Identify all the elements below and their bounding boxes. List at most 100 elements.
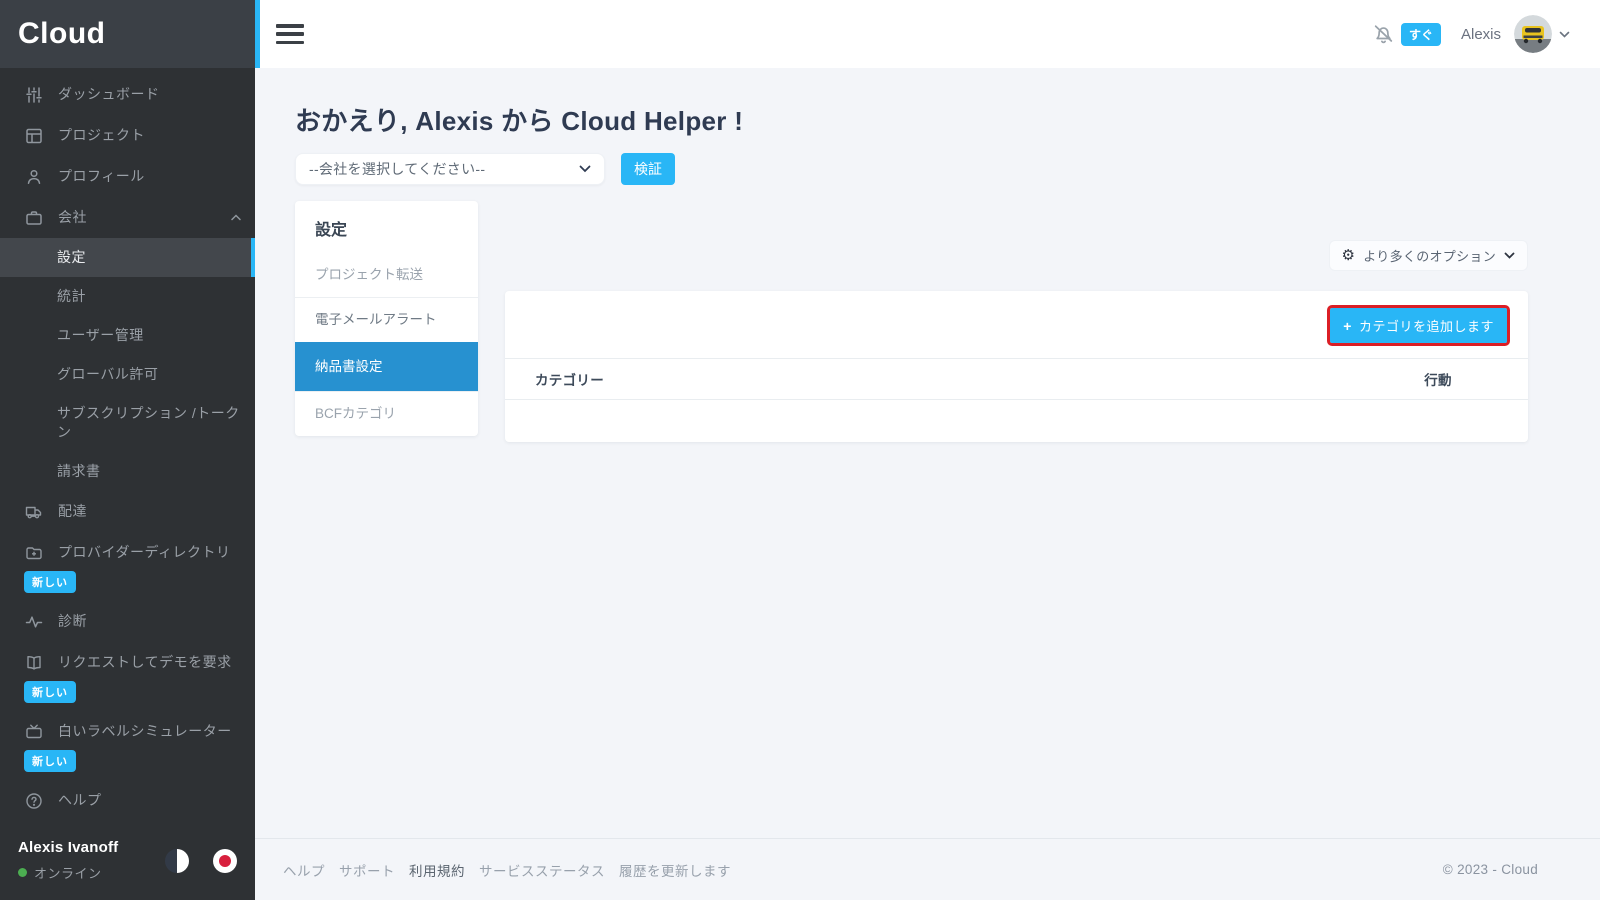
sidebar-item-label: 白いラベルシミュレーター [58,722,232,741]
footer: ヘルプ サポート 利用規約 サービスステータス 履歴を更新します © 2023 … [255,838,1600,900]
plus-icon: + [1343,319,1352,333]
sidebar-subitem-label: グローバル許可 [57,366,158,382]
sidebar-item-projects[interactable]: プロジェクト [0,115,255,156]
sliders-icon [25,86,43,104]
sidebar-item-label: 配達 [58,502,87,521]
briefcase-icon [25,209,43,227]
sidebar-subitem-subscription-token[interactable]: サブスクリプション /トークン [0,394,255,452]
add-category-label: カテゴリを追加します [1359,316,1494,335]
badge-row: 新しい [0,569,255,601]
main-column: すぐ Alexis おかえり, Alexis から Cloud Helper !… [255,0,1600,900]
user-status-label: オンライン [34,863,102,882]
sidebar-subitem-user-management[interactable]: ユーザー管理 [0,316,255,355]
sidebar-subitem-global-permission[interactable]: グローバル許可 [0,355,255,394]
sidebar-item-label: リクエストしてデモを要求 [58,653,232,672]
sidebar-item-label: 会社 [58,208,87,227]
verify-button[interactable]: 検証 [621,153,675,185]
topbar: すぐ Alexis [255,0,1600,68]
chevron-down-icon [1504,252,1515,259]
sidebar-item-label: プロジェクト [58,126,145,145]
help-circle-icon [25,792,43,810]
badge-row: 新しい [0,748,255,780]
app-logo[interactable]: Cloud [18,17,105,51]
subnav-item-email-alert[interactable]: 電子メールアラート [295,297,478,342]
user-icon [25,168,43,186]
main-content: おかえり, Alexis から Cloud Helper ! --会社を選択して… [255,68,1600,838]
sidebar-item-label: プロフィール [58,167,145,186]
topbar-username: Alexis [1461,26,1501,43]
sidebar-item-diagnostics[interactable]: 診断 [0,601,255,642]
sidebar: Cloud ダッシュボード プロジェクト プロフィール [0,0,255,900]
truck-icon [25,503,43,521]
sidebar-subitem-statistics[interactable]: 統計 [0,277,255,316]
sidebar-nav: ダッシュボード プロジェクト プロフィール 会社 [0,68,255,831]
sidebar-item-white-label-simulator[interactable]: 白いラベルシミュレーター [0,711,255,752]
footer-link-support[interactable]: サポート [339,860,395,880]
user-name: Alexis Ivanoff [18,839,118,856]
categories-card: + カテゴリを追加します カテゴリー 行動 [505,291,1528,442]
footer-link-terms[interactable]: 利用規約 [409,860,465,880]
sidebar-item-provider-directory[interactable]: プロバイダーディレクトリ [0,532,255,573]
page-title: おかえり, Alexis から Cloud Helper ! [295,106,1528,136]
bell-off-icon[interactable] [1372,23,1395,46]
flag-dot [219,855,231,867]
logo-band: Cloud [0,0,255,68]
more-options-label: より多くのオプション [1363,246,1496,265]
card-toolbar: + カテゴリを追加します [505,291,1528,358]
footer-link-help[interactable]: ヘルプ [283,860,325,880]
book-icon [25,654,43,672]
sidebar-item-dashboard[interactable]: ダッシュボード [0,74,255,115]
chevron-up-icon [231,214,241,221]
sidebar-item-request-demo[interactable]: リクエストしてデモを要求 [0,642,255,683]
hamburger-menu-icon[interactable] [276,24,304,44]
sidebar-item-profile[interactable]: プロフィール [0,156,255,197]
sidebar-subitem-invoice[interactable]: 請求書 [0,452,255,491]
avatar[interactable] [1514,15,1552,53]
footer-link-update-history[interactable]: 履歴を更新します [619,860,731,880]
sidebar-item-label: ダッシュボード [58,85,160,104]
more-options-button[interactable]: ⚙ より多くのオプション [1329,240,1529,271]
tv-icon [25,723,43,741]
new-badge: 新しい [24,750,76,772]
user-status: オンライン [18,863,118,882]
sidebar-toggles [165,849,237,873]
sidebar-subitem-label: 統計 [57,288,86,304]
sidebar-item-help[interactable]: ヘルプ [0,780,255,821]
footer-link-service-status[interactable]: サービスステータス [479,860,605,880]
subnav-item-bcf-category[interactable]: BCFカテゴリ [295,391,478,436]
sidebar-item-delivery[interactable]: 配達 [0,491,255,532]
activity-icon [25,613,43,631]
notification-badge[interactable]: すぐ [1401,23,1441,46]
subnav-item-project-transfer[interactable]: プロジェクト転送 [295,253,478,297]
subnav-item-invoice-settings[interactable]: 納品書設定 [295,342,478,391]
app-root: Cloud ダッシュボード プロジェクト プロフィール [0,0,1600,900]
settings-subnav-card: 設定 プロジェクト転送 電子メールアラート 納品書設定 BCFカテゴリ [295,201,478,436]
sidebar-subitem-settings[interactable]: 設定 [0,238,255,277]
gear-icon: ⚙ [1342,248,1356,263]
chevron-down-icon[interactable] [1559,31,1570,38]
sidebar-item-company[interactable]: 会社 [0,197,255,238]
column-header-action: 行動 [1378,369,1498,389]
column-header-category: カテゴリー [535,369,604,389]
sidebar-subitem-label: サブスクリプション /トークン [57,405,240,440]
company-select-value: --会社を選択してください-- [309,159,485,179]
new-badge: 新しい [24,681,76,703]
settings-subnav-title: 設定 [295,201,478,253]
theme-toggle-icon[interactable] [165,849,189,873]
right-column: ⚙ より多くのオプション + カテゴリを追加します [505,201,1528,442]
new-badge: 新しい [24,571,76,593]
company-select[interactable]: --会社を選択してください-- [295,153,605,185]
company-select-row: --会社を選択してください-- 検証 [295,153,1528,185]
add-category-button[interactable]: + カテゴリを追加します [1330,308,1507,343]
copyright: © 2023 - Cloud [1443,862,1538,877]
more-options-row: ⚙ より多くのオプション [505,240,1528,271]
topbar-right: すぐ Alexis [1372,15,1570,53]
grid-icon [25,127,43,145]
folder-plus-icon [25,544,43,562]
sidebar-subitem-label: ユーザー管理 [57,327,144,343]
online-dot-icon [18,868,27,877]
chevron-down-icon [579,165,591,173]
sidebar-subitem-label: 請求書 [57,463,101,479]
japan-flag-icon[interactable] [213,849,237,873]
sidebar-item-label: ヘルプ [58,791,102,810]
